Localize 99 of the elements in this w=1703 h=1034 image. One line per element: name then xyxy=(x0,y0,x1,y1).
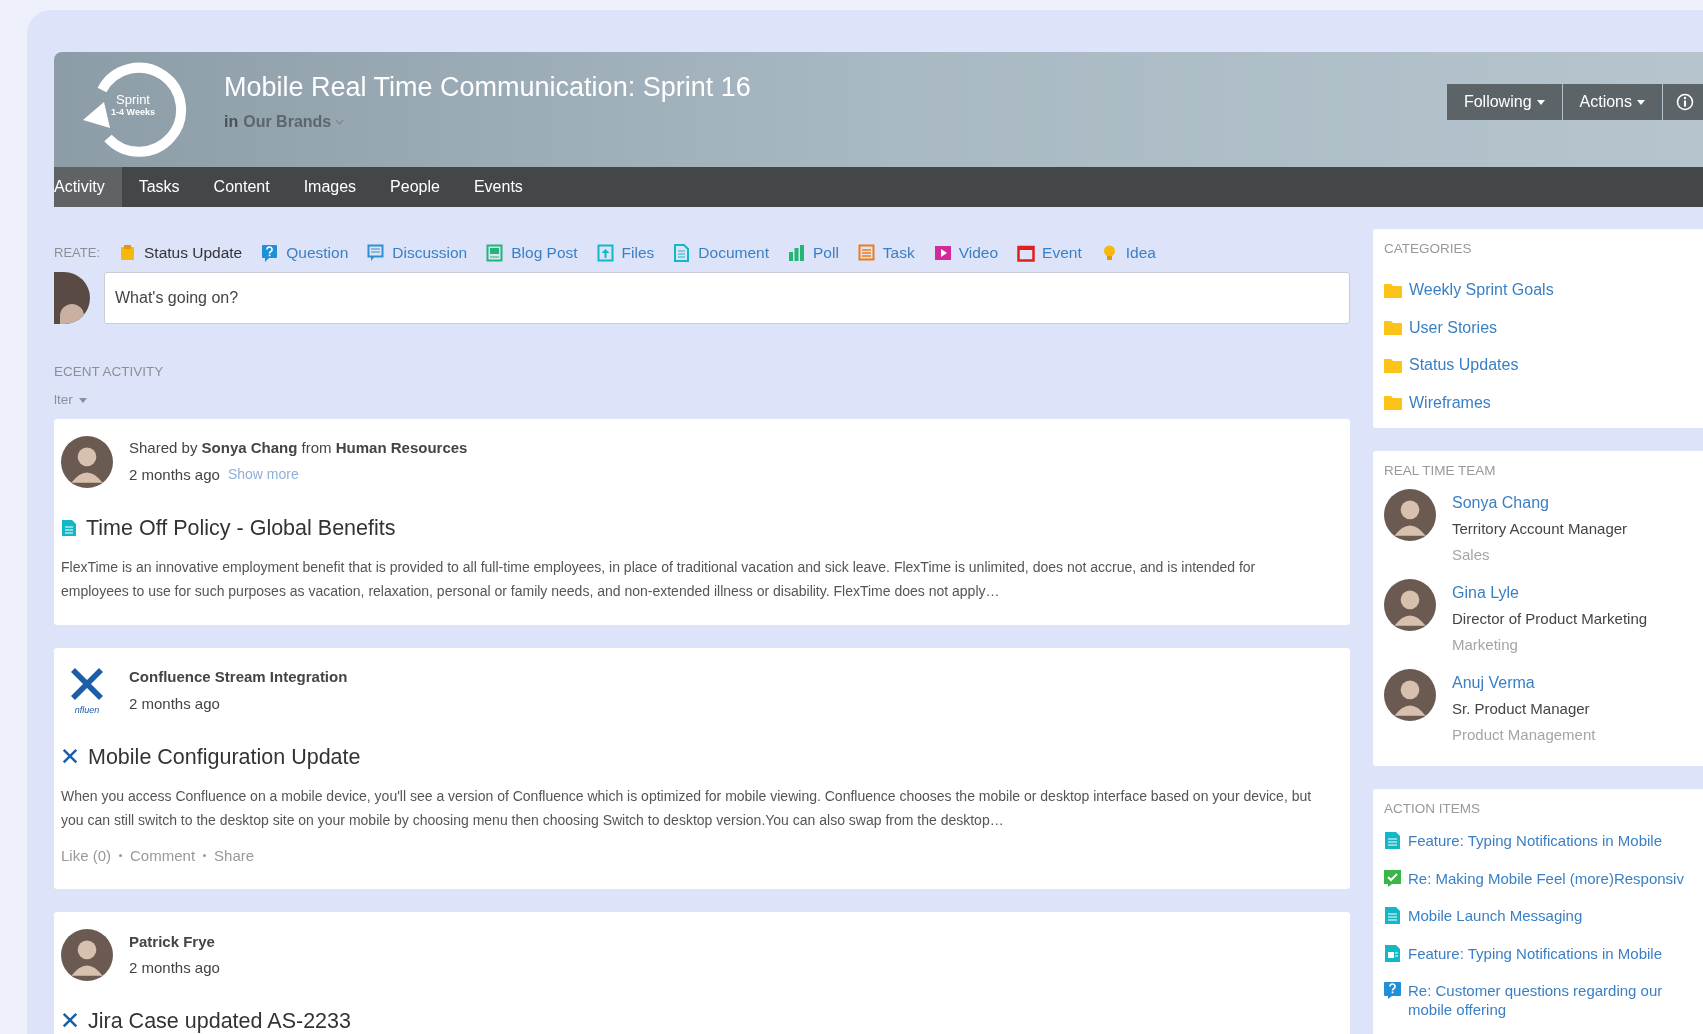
member-role: Territory Account Manager xyxy=(1452,519,1628,540)
nav-tab[interactable]: Activity xyxy=(54,167,122,207)
x-logo-icon xyxy=(61,747,79,766)
clipboard-icon xyxy=(119,244,137,262)
list-icon xyxy=(857,244,876,262)
byline: Patrick Frye xyxy=(129,931,216,952)
post-excerpt: When you access Confluence on a mobile device, you'll see a version of Confluence which is optimized for mobile viewing. Confluence chooses the mobile or desktop interface based on your device, but you can still switch to the desktop site on your mobile by choosing menu then choosing Switch to desktop version.You can also swap from the desktop… xyxy=(61,786,1313,830)
document-icon xyxy=(61,518,77,537)
timestamp: 2 months ago xyxy=(129,464,220,485)
info-button[interactable] xyxy=(1663,84,1703,120)
folder-icon xyxy=(1384,357,1402,373)
action-item-link[interactable]: Feature: Typing Notifications in Mobile xyxy=(1384,831,1692,869)
person-avatar xyxy=(1384,669,1436,722)
action-item-link[interactable]: Re: Customer questions regarding our mobile offering xyxy=(1384,981,1692,1020)
picture-document-icon xyxy=(1384,943,1401,962)
create-event-link[interactable]: Event xyxy=(1017,241,1082,265)
nav-tab[interactable]: Images xyxy=(286,167,374,207)
logo-text: Sprint xyxy=(116,93,150,107)
bar-chart-icon xyxy=(788,244,806,262)
speech-bubble-icon xyxy=(367,244,386,262)
create-files-link[interactable]: Files xyxy=(596,241,655,265)
member-name-link[interactable]: Anuj Verma xyxy=(1452,671,1596,696)
place-prefix: in xyxy=(224,112,239,132)
caret-icon xyxy=(1536,99,1545,105)
document-icon xyxy=(673,244,692,262)
logo-text: nfluen xyxy=(74,706,100,715)
post-title[interactable]: Mobile Configuration Update xyxy=(88,743,361,770)
person-avatar xyxy=(61,435,113,488)
action-link[interactable]: Share xyxy=(214,844,255,867)
status-input-field[interactable]: What's going on? xyxy=(104,272,1350,324)
create-label: REATE: xyxy=(54,244,100,263)
nav-tab[interactable]: Content xyxy=(196,167,287,207)
checkmark-icon xyxy=(1384,868,1401,887)
member-name-link[interactable]: Sonya Chang xyxy=(1452,491,1628,516)
folder-icon xyxy=(1384,395,1402,410)
person-avatar xyxy=(61,929,113,981)
action-link[interactable]: Like (0) xyxy=(61,844,112,867)
post-excerpt: FlexTime is an innovative employment benefit that is provided to all full-time employees, in place of traditional vacation and sick leave. FlexTime is unlimited, does not accrue, and is intended for employees to use for such purposes as vacation, relaxation, personal or family needs, and non-extended illness or disability. FlexTime does not apply… xyxy=(61,557,1257,601)
action-item-link[interactable]: Mobile Launch Messaging xyxy=(1384,906,1692,944)
logo-subtitle: 1-4 Weeks xyxy=(111,107,155,117)
x-logo-icon xyxy=(61,1012,79,1030)
member-name-link[interactable]: Gina Lyle xyxy=(1452,581,1648,606)
panel-heading: CATEGORIES xyxy=(1384,240,1473,258)
document-icon xyxy=(1384,831,1401,850)
section-heading: ECENT ACTIVITY xyxy=(54,363,165,381)
create-task-link[interactable]: Task xyxy=(857,241,915,265)
member-role: Director of Product Marketing xyxy=(1452,609,1648,630)
create-idea-link[interactable]: Idea xyxy=(1100,241,1156,265)
nav-tab[interactable]: People xyxy=(373,167,457,207)
timestamp: 2 months ago xyxy=(129,958,220,978)
caret-icon xyxy=(1637,99,1645,105)
upload-icon xyxy=(596,244,615,262)
category-link[interactable]: Weekly Sprint Goals xyxy=(1384,271,1692,309)
question-icon xyxy=(1384,981,1401,1000)
chevron-down-icon xyxy=(335,119,345,125)
person-avatar xyxy=(1384,579,1436,632)
category-link[interactable]: User Stories xyxy=(1384,308,1692,347)
play-icon xyxy=(933,244,952,262)
create-blog-link[interactable]: Blog Post xyxy=(486,241,578,265)
folder-icon xyxy=(1384,320,1402,335)
question-icon xyxy=(261,244,280,262)
info-icon xyxy=(1676,93,1694,111)
create-document-link[interactable]: Document xyxy=(673,241,769,265)
document-icon xyxy=(1384,906,1401,925)
timestamp: 2 months ago xyxy=(129,693,220,714)
create-question-link[interactable]: Question xyxy=(261,241,349,265)
member-role: Sr. Product Manager xyxy=(1452,699,1591,720)
create-video-link[interactable]: Video xyxy=(933,241,999,265)
create-discussion-link[interactable]: Discussion xyxy=(367,241,468,265)
actions-button[interactable]: Actions xyxy=(1562,84,1662,120)
calendar-icon xyxy=(1017,244,1036,262)
byline: Confluence Stream Integration xyxy=(129,667,348,687)
member-department: Marketing xyxy=(1452,634,1519,655)
panel-heading: REAL TIME TEAM xyxy=(1384,462,1497,480)
filter-dropdown[interactable]: lter xyxy=(54,390,87,411)
caret-icon xyxy=(78,397,87,403)
page-title: Mobile Real Time Communication: Sprint 16 xyxy=(224,71,751,104)
create-status-link[interactable]: Status Update xyxy=(119,241,243,265)
action-link[interactable]: Comment xyxy=(130,844,196,867)
category-link[interactable]: Status Updates xyxy=(1384,346,1692,384)
nav-tab[interactable]: Events xyxy=(456,167,540,207)
category-link[interactable]: Wireframes xyxy=(1384,383,1692,422)
following-button[interactable]: Following xyxy=(1446,84,1562,120)
show-more-link[interactable]: Show more xyxy=(227,464,299,486)
picture-document-icon xyxy=(486,244,505,262)
action-item-link[interactable]: Re: Making Mobile Feel (more)Responsiv xyxy=(1384,868,1692,907)
nav-tab[interactable]: Tasks xyxy=(121,167,197,207)
place-link[interactable]: Our Brands xyxy=(243,110,345,134)
panel-heading: ACTION ITEMS xyxy=(1384,800,1481,818)
member-department: Product Management xyxy=(1452,724,1596,745)
post-title[interactable]: Jira Case updated AS-2233 xyxy=(88,1008,351,1034)
avatar xyxy=(54,272,90,324)
byline: Shared by Sonya Chang from Human Resources xyxy=(129,438,468,458)
folder-icon xyxy=(1384,282,1402,298)
create-poll-link[interactable]: Poll xyxy=(788,241,839,265)
person-avatar xyxy=(1384,489,1436,542)
action-item-link[interactable]: Feature: Typing Notifications in Mobile xyxy=(1384,943,1692,982)
member-department: Sales xyxy=(1452,544,1491,565)
post-title[interactable]: Time Off Policy - Global Benefits xyxy=(86,514,396,541)
